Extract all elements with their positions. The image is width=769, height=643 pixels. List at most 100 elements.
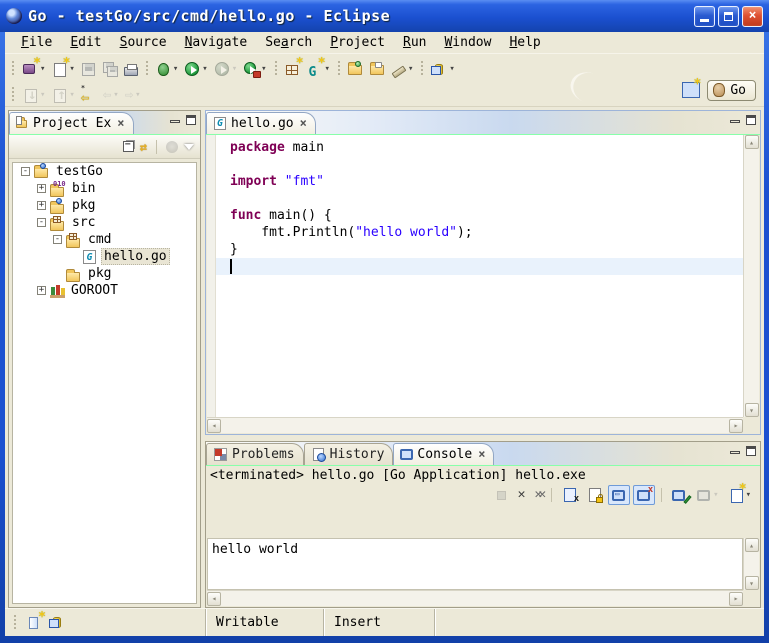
editor-panel: G hello.go package main import "fmt" fun… <box>205 110 761 435</box>
maximize-button[interactable] <box>718 6 739 27</box>
tree-item-pkg2[interactable]: pkg <box>13 265 196 282</box>
open-console-button[interactable] <box>725 485 754 505</box>
scroll-right-icon[interactable] <box>729 592 743 606</box>
scroll-down-icon[interactable] <box>745 403 759 417</box>
tree-item-hello-go[interactable]: G hello.go <box>13 248 196 265</box>
expander-icon[interactable]: + <box>37 201 46 210</box>
tree-item-testgo[interactable]: - testGo <box>13 163 196 180</box>
console-horizontal-scrollbar[interactable] <box>207 590 743 606</box>
editor-tab-close-icon[interactable] <box>298 116 307 131</box>
expander-icon[interactable]: - <box>21 167 30 176</box>
remove-launch-button[interactable]: ✕ <box>515 485 529 505</box>
link-with-editor-icon[interactable]: ⇄ <box>140 140 147 154</box>
remove-all-terminated-button[interactable]: ✕✕ <box>532 485 546 505</box>
scroll-up-icon[interactable] <box>745 135 759 149</box>
toolbar-grip[interactable] <box>274 61 278 77</box>
previous-annotation-button[interactable]: ↑ <box>48 83 77 107</box>
panel-minimize-icon[interactable] <box>730 120 740 123</box>
scroll-lock-button[interactable] <box>583 485 605 505</box>
new-project-button[interactable] <box>282 57 304 81</box>
tree-item-pkg[interactable]: + pkg <box>13 197 196 214</box>
menu-search[interactable]: Search <box>257 33 320 52</box>
run-history-button[interactable] <box>211 57 240 81</box>
open-package-button[interactable] <box>345 57 367 81</box>
tab-problems[interactable]: Problems <box>206 443 304 465</box>
save-button[interactable] <box>78 57 99 81</box>
next-annotation-button[interactable]: ↓ <box>19 83 48 107</box>
save-all-button[interactable] <box>99 57 121 81</box>
toolbar-grip[interactable] <box>11 61 15 77</box>
pin-console-button[interactable] <box>668 485 690 505</box>
new-wizard-button[interactable] <box>19 57 48 81</box>
scroll-left-icon[interactable] <box>207 419 221 433</box>
toolbar-grip[interactable] <box>145 61 149 77</box>
show-stdout-toggle[interactable]: ▭ <box>608 485 630 505</box>
panel-maximize-icon[interactable] <box>746 115 756 125</box>
menu-window[interactable]: Window <box>436 33 499 52</box>
panel-maximize-icon[interactable] <box>186 115 196 125</box>
minimize-button[interactable] <box>694 6 715 27</box>
tree-item-goroot[interactable]: + GOROOT <box>13 282 196 299</box>
tab-console[interactable]: Console <box>393 443 494 465</box>
statusbar-grip[interactable] <box>13 615 17 631</box>
scroll-right-icon[interactable] <box>729 419 743 433</box>
open-file-button[interactable] <box>367 57 389 81</box>
search-button[interactable] <box>389 57 416 81</box>
new-file-button[interactable] <box>48 57 77 81</box>
expander-icon[interactable]: - <box>53 235 62 244</box>
expander-icon[interactable]: + <box>37 286 46 295</box>
scroll-up-icon[interactable] <box>745 538 759 552</box>
tree-item-cmd[interactable]: - cmd <box>13 231 196 248</box>
terminate-button[interactable] <box>491 485 512 505</box>
scroll-down-icon[interactable] <box>745 576 759 590</box>
tab-history[interactable]: History <box>304 443 394 465</box>
tab-hello-go[interactable]: G hello.go <box>206 112 316 134</box>
panel-minimize-icon[interactable] <box>730 451 740 454</box>
panel-minimize-icon[interactable] <box>170 120 180 123</box>
editor-vertical-scrollbar[interactable] <box>743 135 759 417</box>
code-area[interactable]: package main import "fmt" func main() { … <box>216 135 743 417</box>
console-vertical-scrollbar[interactable] <box>743 538 759 590</box>
project-explorer-tab-close-icon[interactable] <box>115 116 124 131</box>
tree-item-src[interactable]: - src <box>13 214 196 231</box>
expander-icon[interactable]: - <box>37 218 46 227</box>
last-edit-location-button[interactable]: ⇦* <box>78 83 100 107</box>
print-button[interactable] <box>121 57 141 81</box>
external-tools-button[interactable] <box>240 57 269 81</box>
panel-maximize-icon[interactable] <box>746 446 756 456</box>
toolbar-grip[interactable] <box>337 61 341 77</box>
expander-icon[interactable]: + <box>37 184 46 193</box>
show-stderr-toggle[interactable]: x <box>633 485 655 505</box>
collapse-all-icon[interactable] <box>123 141 134 152</box>
toolbar-grip[interactable] <box>11 87 15 103</box>
menu-help[interactable]: Help <box>501 33 548 52</box>
toolbar-grip[interactable] <box>420 61 424 77</box>
run-button[interactable] <box>181 57 210 81</box>
fast-view-icon[interactable] <box>29 615 43 631</box>
forward-button[interactable]: ⇨ <box>122 83 144 107</box>
debug-button[interactable] <box>153 57 181 81</box>
menu-source[interactable]: Source <box>112 33 175 52</box>
go-file-icon: G <box>214 117 226 130</box>
back-button[interactable]: ⇦ <box>100 83 122 107</box>
close-button[interactable]: × <box>742 6 763 27</box>
focus-icon[interactable] <box>166 141 178 153</box>
menu-edit[interactable]: Edit <box>62 33 109 52</box>
view-menu-icon[interactable] <box>184 144 194 150</box>
tab-project-explorer[interactable]: Project Ex <box>9 112 134 134</box>
tree-item-bin[interactable]: + 010 bin <box>13 180 196 197</box>
display-selected-console-button[interactable] <box>693 485 721 505</box>
console-output[interactable]: hello world <box>207 538 743 590</box>
menu-project[interactable]: Project <box>322 33 393 52</box>
code-editor[interactable]: package main import "fmt" func main() { … <box>207 135 743 417</box>
menu-navigate[interactable]: Navigate <box>177 33 256 52</box>
task-sync-button[interactable] <box>428 57 457 81</box>
scroll-left-icon[interactable] <box>207 592 221 606</box>
console-tab-close-icon[interactable] <box>476 447 485 462</box>
editor-horizontal-scrollbar[interactable] <box>207 417 743 433</box>
new-go-element-button[interactable]: G <box>304 57 333 81</box>
menu-run[interactable]: Run <box>395 33 434 52</box>
task-sync-status-icon[interactable] <box>53 617 61 628</box>
clear-console-button[interactable]: x <box>558 485 580 505</box>
menu-file[interactable]: File <box>13 33 60 52</box>
